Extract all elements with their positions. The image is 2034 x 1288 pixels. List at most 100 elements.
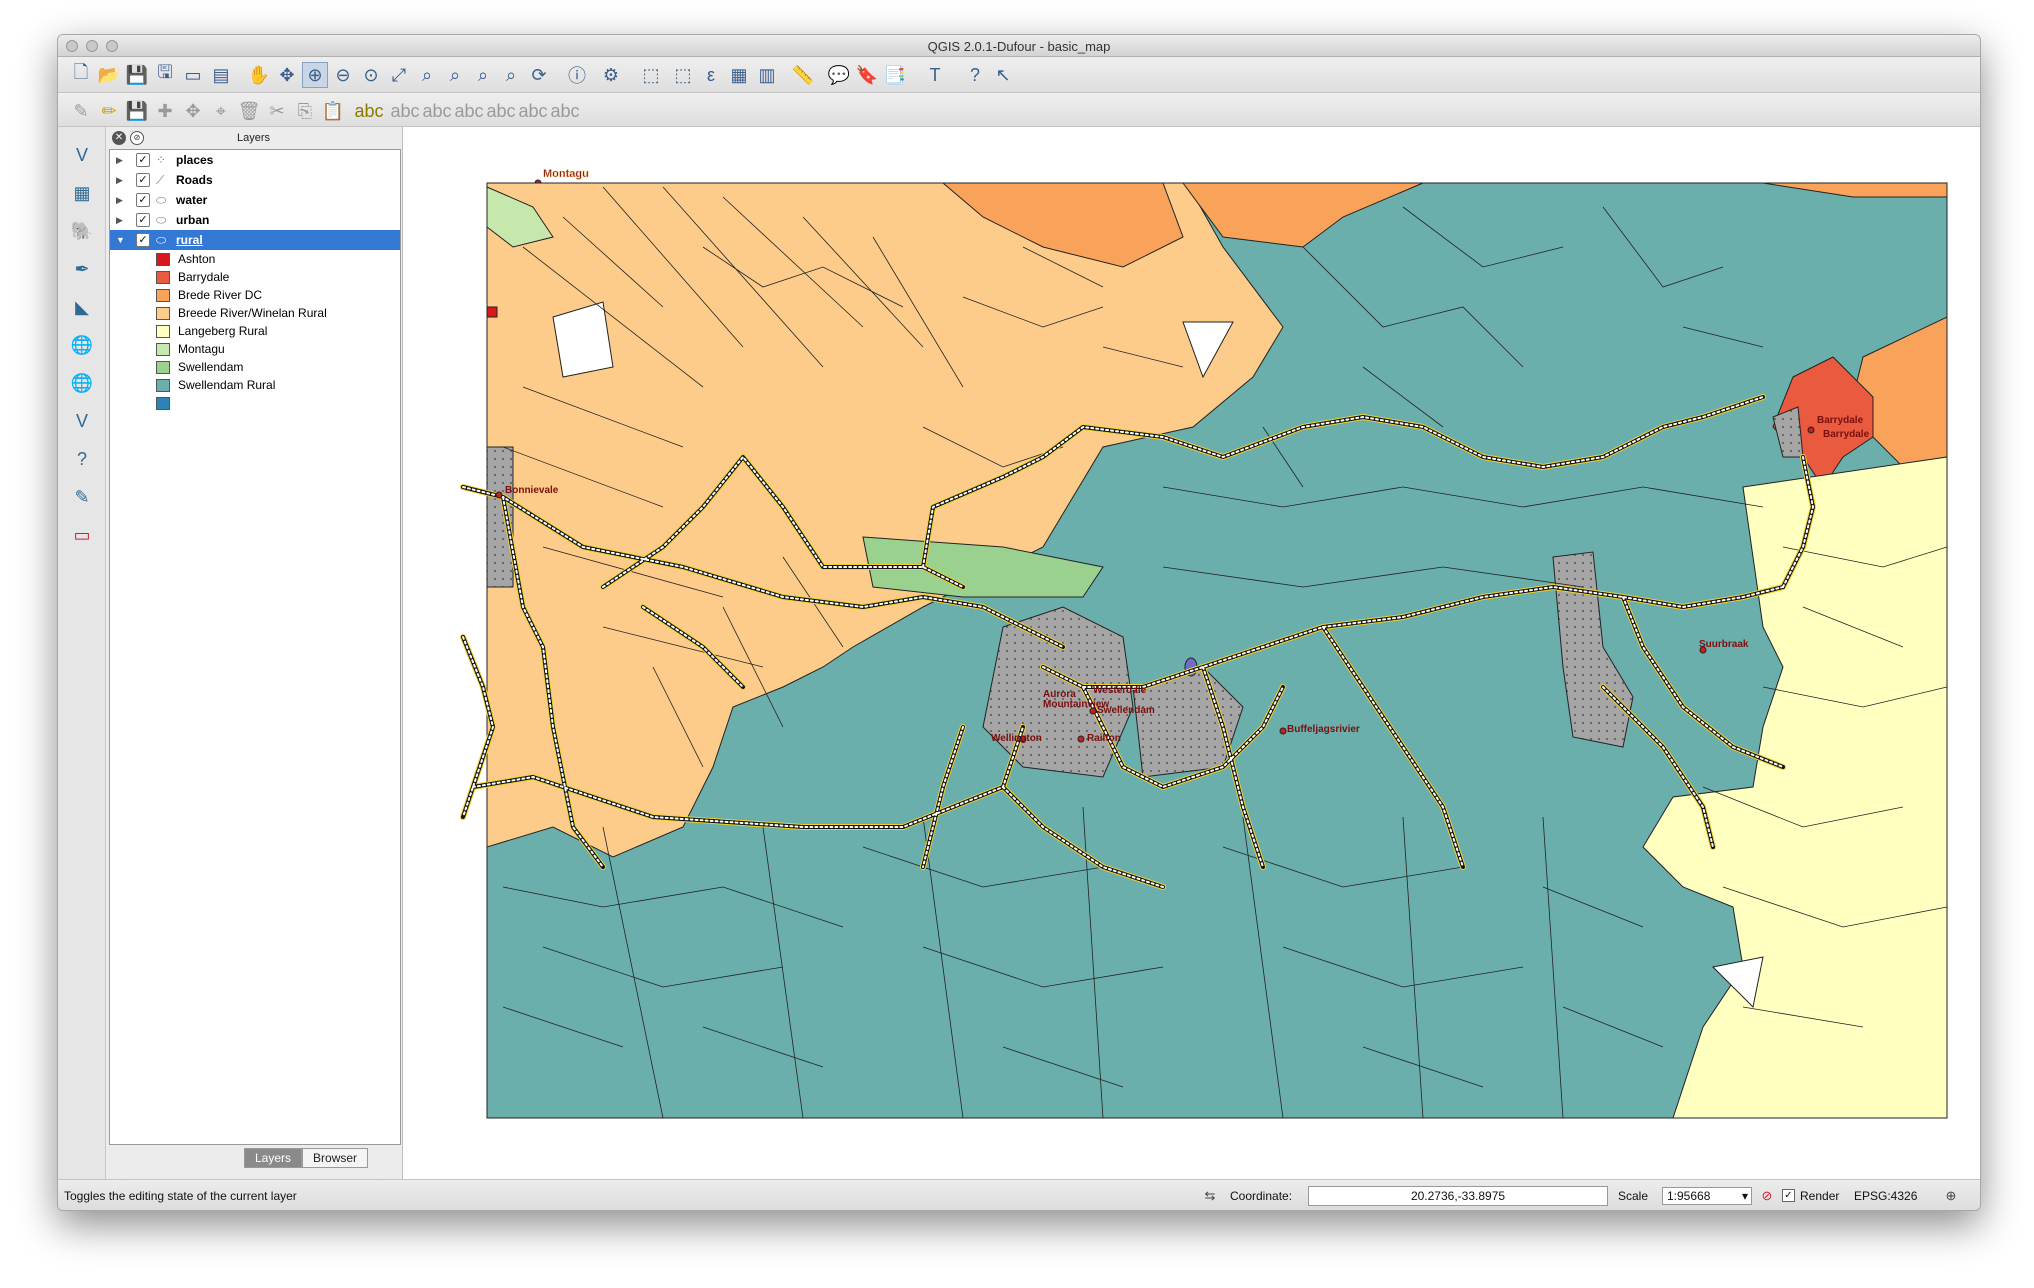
- new-project-icon[interactable]: 🗋: [68, 62, 94, 88]
- select-features-icon[interactable]: ⬚: [638, 62, 664, 88]
- add-raster-layer-icon[interactable]: ▦: [68, 179, 96, 207]
- map-tips-icon[interactable]: 💬: [826, 62, 852, 88]
- label-move-icon[interactable]: abc: [486, 98, 515, 124]
- render-checkbox[interactable]: ✓: [1782, 1189, 1795, 1202]
- add-vector-layer-icon[interactable]: V: [68, 141, 96, 169]
- save-as-icon[interactable]: 🖫: [152, 62, 178, 88]
- legend-swatch: [156, 271, 170, 284]
- layer-visibility-checkbox[interactable]: ✓: [136, 233, 150, 247]
- place-label: Barrydale: [1823, 429, 1870, 440]
- toggle-editing-icon[interactable]: ✏: [96, 98, 122, 124]
- add-spatialite-layer-icon[interactable]: ✒: [68, 255, 96, 283]
- save-project-icon[interactable]: 💾: [124, 62, 150, 88]
- layer-visibility-checkbox[interactable]: ✓: [136, 213, 150, 227]
- field-calculator-icon[interactable]: ε: [698, 62, 724, 88]
- layer-row-roads[interactable]: ▶ ✓ ⟋ Roads: [110, 170, 400, 190]
- run-feature-action-icon[interactable]: ⚙: [598, 62, 624, 88]
- polygon-layer-icon: ⬭: [156, 213, 167, 227]
- text-annotation-icon[interactable]: T: [922, 62, 948, 88]
- add-feature-icon[interactable]: ✚: [152, 98, 178, 124]
- legend-item: Ashton: [110, 250, 400, 268]
- legend-swatch: [156, 289, 170, 302]
- layer-row-places[interactable]: ▶ ✓ ⁘ places: [110, 150, 400, 170]
- label-highlight-icon[interactable]: abc: [422, 98, 451, 124]
- help-contents-icon[interactable]: ?: [962, 62, 988, 88]
- zoom-to-selection-icon[interactable]: ⌕: [414, 62, 440, 88]
- deselect-features-icon[interactable]: ⬚: [670, 62, 696, 88]
- composer-manager-icon[interactable]: ▤: [208, 62, 234, 88]
- expand-arrow-icon[interactable]: ▶: [116, 210, 123, 230]
- close-panel-icon[interactable]: ✕: [112, 131, 126, 145]
- paste-features-icon[interactable]: 📋: [320, 98, 346, 124]
- remove-layer-icon[interactable]: ▭: [68, 521, 96, 549]
- new-print-composer-icon[interactable]: ▭: [180, 62, 206, 88]
- crs-label[interactable]: EPSG:4326: [1854, 1189, 1917, 1203]
- new-shapefile-layer-icon[interactable]: ✎: [68, 483, 96, 511]
- scale-label: Scale: [1618, 1189, 1649, 1203]
- cut-features-icon[interactable]: ✂: [264, 98, 290, 124]
- legend-swatch: [156, 325, 170, 338]
- add-wfs-layer-icon[interactable]: V: [68, 407, 96, 435]
- tab-layers[interactable]: Layers: [244, 1148, 303, 1168]
- zoom-full-icon[interactable]: ⤢: [386, 62, 412, 88]
- copy-features-icon[interactable]: ⎘: [292, 98, 318, 124]
- stop-render-icon[interactable]: ⊘: [1758, 1187, 1776, 1205]
- save-edits-icon[interactable]: 💾: [124, 98, 150, 124]
- map-svg: Montagu Bonnievale Barrydale Barrydale S…: [460, 168, 1948, 1119]
- label-change-icon[interactable]: abc: [550, 98, 579, 124]
- zoom-to-layer-icon[interactable]: ⌕: [442, 62, 468, 88]
- add-postgis-layer-icon[interactable]: 🐘: [68, 217, 96, 245]
- place-label: Montagu: [543, 168, 589, 180]
- add-delimited-text-icon[interactable]: ?: [68, 445, 96, 473]
- pan-to-selection-icon[interactable]: ✥: [274, 62, 300, 88]
- add-mssql-layer-icon[interactable]: ◣: [68, 293, 96, 321]
- zoom-out-icon[interactable]: ⊖: [330, 62, 356, 88]
- coordinate-field[interactable]: 20.2736,-33.8975: [1308, 1186, 1608, 1206]
- legend-swatch: [156, 343, 170, 356]
- layer-row-water[interactable]: ▶ ✓ ⬭ water: [110, 190, 400, 210]
- new-bookmark-icon[interactable]: 🔖: [854, 62, 880, 88]
- expand-arrow-icon[interactable]: ▶: [116, 170, 123, 190]
- add-wcs-layer-icon[interactable]: 🌐: [68, 369, 96, 397]
- node-tool-icon[interactable]: ⌖: [208, 98, 234, 124]
- zoom-in-icon[interactable]: ⊕: [302, 62, 328, 88]
- layer-tree: ▶ ✓ ⁘ places ▶ ✓ ⟋ Roads ▶ ✓ ⬭ water ▶ ✓…: [109, 149, 401, 1145]
- line-layer-icon: ⟋: [156, 173, 165, 187]
- zoom-actual-size-icon[interactable]: ⊙: [358, 62, 384, 88]
- label-show-hide-icon[interactable]: abc: [454, 98, 483, 124]
- label-pin-icon[interactable]: abc: [390, 98, 419, 124]
- scale-value: 1:95668: [1667, 1189, 1711, 1203]
- whats-this-icon[interactable]: ↖: [990, 62, 1016, 88]
- tab-browser[interactable]: Browser: [302, 1148, 369, 1168]
- open-attribute-table-icon[interactable]: ▦: [726, 62, 752, 88]
- open-project-icon[interactable]: 📂: [96, 62, 122, 88]
- map-canvas[interactable]: Montagu Bonnievale Barrydale Barrydale S…: [402, 127, 1980, 1179]
- crs-status-icon[interactable]: ⊕: [1942, 1187, 1960, 1205]
- scale-combobox[interactable]: 1:95668 ▾: [1662, 1187, 1752, 1205]
- layer-row-rural[interactable]: ▼ ✓ ⬭ rural: [110, 230, 400, 250]
- layer-visibility-checkbox[interactable]: ✓: [136, 153, 150, 167]
- layer-labeling-icon[interactable]: abc: [354, 98, 383, 124]
- measure-line-icon[interactable]: 📏: [790, 62, 816, 88]
- place-label: Barrydale: [1817, 415, 1864, 426]
- toggle-extents-icon[interactable]: ⇆: [1201, 1187, 1219, 1205]
- label-rotate-icon[interactable]: abc: [518, 98, 547, 124]
- move-feature-icon[interactable]: ✥: [180, 98, 206, 124]
- collapse-arrow-icon[interactable]: ▼: [116, 230, 125, 250]
- layer-row-urban[interactable]: ▶ ✓ ⬭ urban: [110, 210, 400, 230]
- layer-visibility-checkbox[interactable]: ✓: [136, 193, 150, 207]
- refresh-icon[interactable]: ⟳: [526, 62, 552, 88]
- show-bookmarks-icon[interactable]: 📑: [882, 62, 908, 88]
- expand-arrow-icon[interactable]: ▶: [116, 150, 123, 170]
- delete-selected-icon[interactable]: 🗑: [236, 98, 262, 124]
- layer-visibility-checkbox[interactable]: ✓: [136, 173, 150, 187]
- statistical-summary-icon[interactable]: ▥: [754, 62, 780, 88]
- zoom-next-icon[interactable]: ⌕: [498, 62, 524, 88]
- identify-features-icon[interactable]: ⓘ: [564, 62, 590, 88]
- zoom-last-icon[interactable]: ⌕: [470, 62, 496, 88]
- expand-arrow-icon[interactable]: ▶: [116, 190, 123, 210]
- pan-icon[interactable]: ✋: [246, 62, 272, 88]
- float-panel-icon[interactable]: ⊘: [130, 131, 144, 145]
- current-edits-icon[interactable]: ✎: [68, 98, 94, 124]
- add-wms-layer-icon[interactable]: 🌐: [68, 331, 96, 359]
